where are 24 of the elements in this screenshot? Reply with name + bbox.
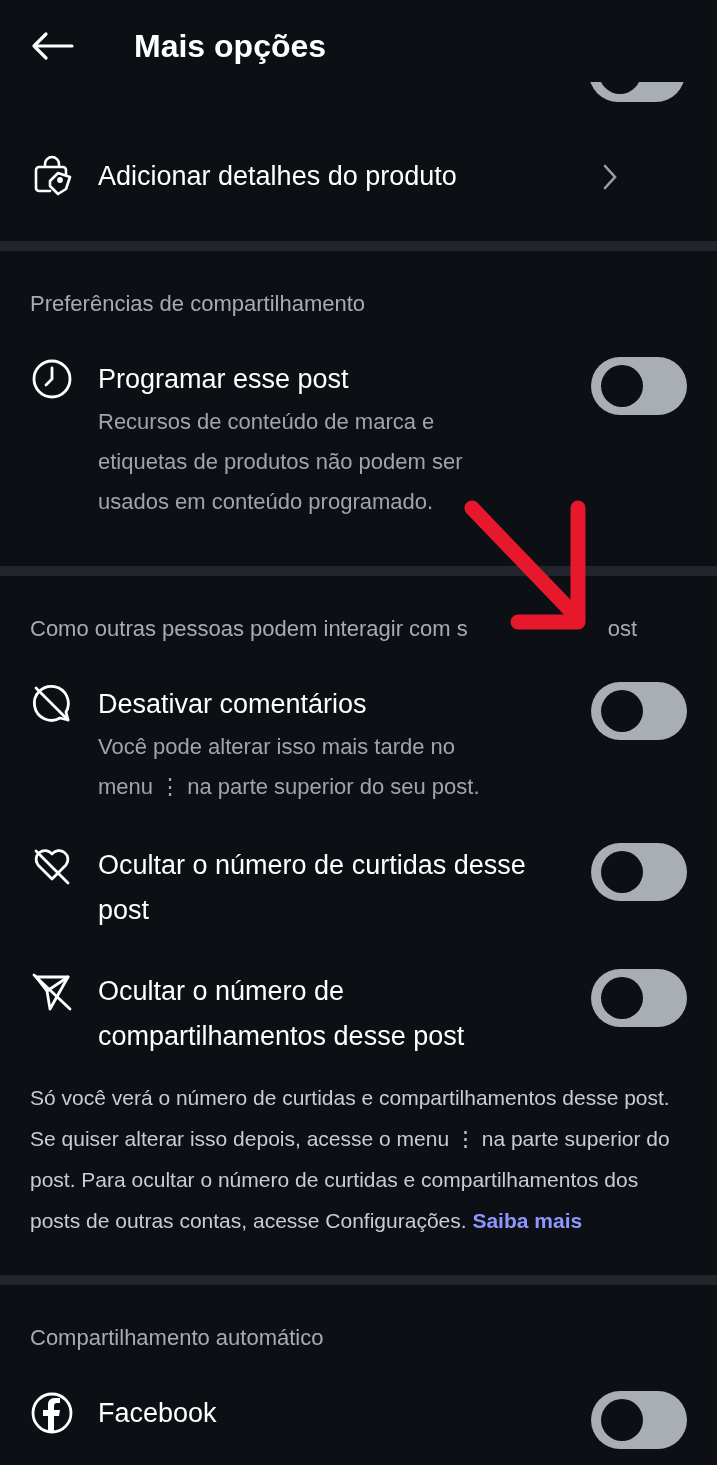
toggle-switch[interactable] xyxy=(591,357,687,415)
clock-icon xyxy=(30,357,74,401)
row-title: Programar esse post xyxy=(98,363,350,396)
page-title: Mais opções xyxy=(134,27,327,65)
section-label: Compartilhamento automático xyxy=(30,1325,324,1351)
info-paragraph: Só você verá o número de curtidas e compartilhamentos desse post. Se quiser alterar isso depois, acesse o menu ⋮ na parte superior do post. Para ocultar o número de curtidas e compartilhamentos dos posts de outras contas, acesse Configurações. Saiba mais xyxy=(29,1085,671,1234)
chevron-right-icon xyxy=(602,162,618,191)
toggle-switch[interactable] xyxy=(591,843,687,901)
back-arrow-icon[interactable] xyxy=(30,31,74,61)
row-description: Recursos de conteúdo de marca e etiquetas de produtos não podem ser usados em conteúdo programado. xyxy=(98,408,464,516)
toggle-switch[interactable] xyxy=(591,682,687,740)
row-title: Ocultar o número de curtidas desse post xyxy=(98,849,527,927)
facebook-icon xyxy=(30,1391,74,1435)
row-title[interactable]: Adicionar detalhes do produto xyxy=(98,154,578,199)
toggle-switch[interactable] xyxy=(591,969,687,1027)
row-title: Facebook xyxy=(98,1397,218,1430)
section-label: ost xyxy=(607,616,637,642)
toggle-switch[interactable] xyxy=(591,1391,687,1449)
section-label: Preferências de compartilhamento xyxy=(30,291,366,317)
row-description: Você pode alterar isso mais tarde no menu ⋮ na parte superior do seu post. xyxy=(98,733,481,801)
row-title: Desativar comentários xyxy=(98,688,368,721)
learn-more-link[interactable]: Saiba mais xyxy=(472,1209,583,1232)
row-title: Ocultar o número de compartilhamentos desse post xyxy=(98,975,466,1053)
section-label: Como outras pessoas podem interagir com s xyxy=(30,616,468,642)
